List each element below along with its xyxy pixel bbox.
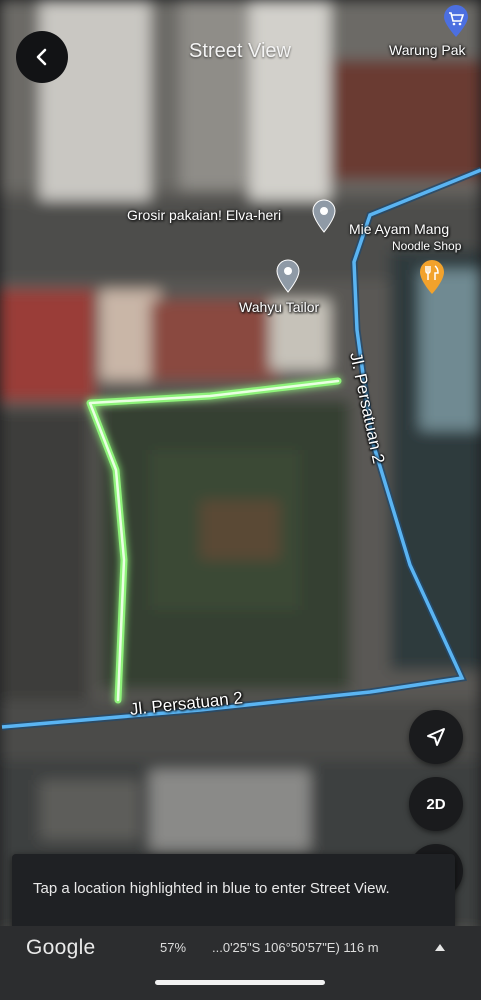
toast-message: Tap a location highlighted in blue to en… bbox=[33, 880, 390, 897]
map-footer: Google 57% ...0'25"S 106°50'57"E) 116 m bbox=[0, 926, 481, 1000]
my-location-button[interactable] bbox=[409, 710, 463, 764]
caret-up-icon[interactable] bbox=[434, 942, 446, 952]
navigation-arrow-icon bbox=[427, 728, 445, 746]
place-label-warung-pak[interactable]: Warung Pak bbox=[389, 42, 466, 58]
page-title: Street View bbox=[189, 40, 291, 62]
map-pin-mie-ayam[interactable] bbox=[418, 259, 446, 300]
map-pin-grosir-pakaian[interactable] bbox=[311, 199, 337, 238]
shopping-cart-icon bbox=[444, 5, 468, 37]
home-indicator[interactable] bbox=[155, 980, 325, 985]
place-label-wahyu-tailor[interactable]: Wahyu Tailor bbox=[239, 299, 319, 315]
map-pin-warung-pak[interactable] bbox=[441, 4, 471, 43]
google-logo: Google bbox=[26, 936, 96, 959]
map-pin-icon bbox=[276, 259, 300, 293]
place-label-mie-ayam[interactable]: Mie Ayam Mang bbox=[349, 221, 449, 237]
toggle-2d-button[interactable]: 2D bbox=[409, 777, 463, 831]
map-pin-wahyu-tailor[interactable] bbox=[275, 259, 301, 298]
zoom-level: 57% bbox=[160, 940, 187, 955]
map-pin-icon bbox=[312, 199, 336, 233]
chevron-left-icon bbox=[36, 48, 47, 66]
satellite-map[interactable] bbox=[0, 0, 481, 1000]
coordinates-readout: ...0'25"S 106°50'57"E) 116 m bbox=[212, 940, 379, 955]
restaurant-icon bbox=[420, 260, 444, 294]
place-label-grosir-pakaian[interactable]: Grosir pakaian! Elva-heri bbox=[127, 207, 281, 223]
place-category-noodle-shop: Noodle Shop bbox=[392, 239, 462, 253]
back-button[interactable] bbox=[16, 31, 68, 83]
